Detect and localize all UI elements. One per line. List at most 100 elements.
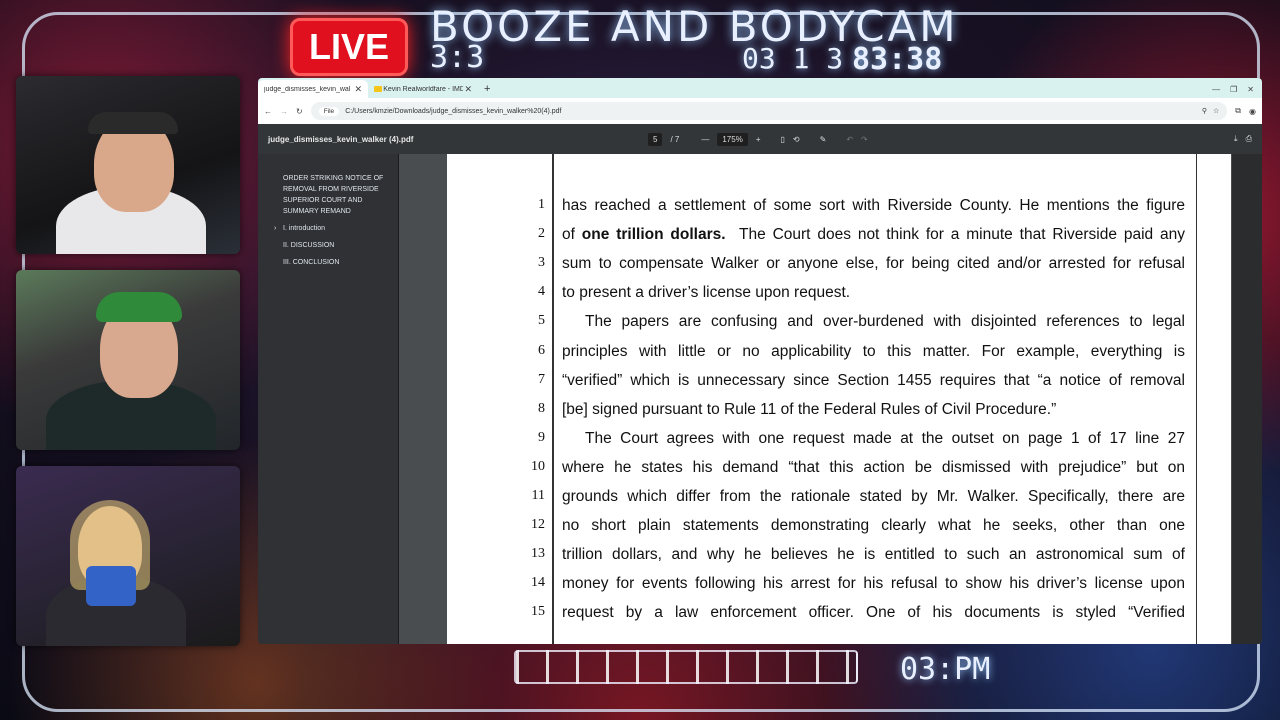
zoom-input[interactable]: 175% <box>717 132 748 146</box>
close-icon[interactable]: ✕ <box>354 84 362 95</box>
url-field[interactable]: File C:/Users/kmzie/Downloads/judge_dism… <box>310 102 1228 120</box>
line-text: [be] signed pursuant to Rule 11 of the F… <box>562 401 1185 419</box>
line-number: 15 <box>531 604 545 620</box>
annotate-icon[interactable]: ✎ <box>820 135 827 144</box>
zoom-icon[interactable]: ⚲ <box>1202 107 1207 115</box>
tab-label: Kevin Realworldfare - IMDb <box>383 85 464 93</box>
pdf-line: 4 to present a driver’s license upon requ… <box>447 279 1231 308</box>
live-badge: LIVE <box>290 18 408 76</box>
close-icon[interactable]: ✕ <box>464 84 472 95</box>
pdf-line: 11 grounds which differ from the rational… <box>447 483 1231 512</box>
print-icon[interactable]: ⎙ <box>1246 134 1252 144</box>
minimize-icon[interactable]: — <box>1212 85 1220 94</box>
close-window-icon[interactable]: ✕ <box>1247 85 1254 94</box>
restore-icon[interactable]: ❐ <box>1230 85 1237 94</box>
pdf-line: 3 sum to compensate Walker or anyone else… <box>447 250 1231 279</box>
line-text-segment: The Court agrees with one request made a… <box>585 429 1185 447</box>
profile-icon[interactable]: ◉ <box>1249 107 1256 116</box>
line-text-segment: trillion dollars, and why he believes he… <box>562 546 1185 564</box>
outline-item-conclusion[interactable]: III. CONCLUSION <box>258 254 398 271</box>
file-chip[interactable]: File <box>318 106 340 116</box>
line-number: 2 <box>538 226 545 242</box>
line-text: The Court agrees with one request made a… <box>562 430 1185 448</box>
line-number: 9 <box>538 429 545 445</box>
zoom-in-icon[interactable]: + <box>756 135 761 144</box>
page-total: / 7 <box>670 134 680 144</box>
outline-label: III. CONCLUSION <box>283 259 340 266</box>
date-readout: 03 1 3 <box>742 42 844 75</box>
bottom-time: 03:PM <box>900 652 991 687</box>
pdf-toolbar: judge_dismisses_kevin_walker (4).pdf 5 /… <box>258 124 1262 154</box>
download-icon[interactable]: ⤓ <box>1234 134 1238 144</box>
pdf-line: 15 request by a law enforcement officer. … <box>447 599 1231 628</box>
chevron-right-icon[interactable]: › <box>274 223 276 234</box>
clock-small: 3:3 <box>430 40 485 75</box>
pdf-line: 10 where he states his demand “that this … <box>447 454 1231 483</box>
browser-window: judge_dismisses_kevin_walker ( ✕ Kevin R… <box>258 78 1262 644</box>
line-text: principles with little or no applicabili… <box>562 343 1185 361</box>
line-text: no short plain statements demonstrating … <box>562 517 1185 535</box>
pdf-filename: judge_dismisses_kevin_walker (4).pdf <box>268 134 414 144</box>
pdf-line: 7 “verified” which is unnecessary since S… <box>447 367 1231 396</box>
extensions-icon[interactable]: ⧉ <box>1235 106 1241 116</box>
undo-icon[interactable]: ↶ <box>846 135 853 144</box>
line-text: request by a law enforcement officer. On… <box>562 604 1185 622</box>
pdf-viewer[interactable]: 1 has reached a settlement of some sort w… <box>399 154 1262 644</box>
line-text-segment: The Court does not think for a minute th… <box>725 226 1185 244</box>
line-text: money for events following his arrest fo… <box>562 575 1185 593</box>
zoom-out-icon[interactable]: — <box>701 135 709 144</box>
line-text-segment: of <box>562 226 582 244</box>
line-text: where he states his demand “that this ac… <box>562 459 1185 477</box>
line-number: 1 <box>538 197 545 212</box>
outline-item-discussion[interactable]: II. DISCUSSION <box>258 237 398 254</box>
line-text-segment: “verified” which is unnecessary since Se… <box>562 371 1185 389</box>
line-number: 7 <box>538 371 545 387</box>
new-tab-button[interactable]: + <box>478 80 496 98</box>
star-icon[interactable]: ☆ <box>1213 107 1219 115</box>
line-text-segment: request by a law enforcement officer. On… <box>562 604 1185 622</box>
outline-item-introduction[interactable]: › I. introduction <box>258 220 398 237</box>
line-number: 14 <box>531 575 545 591</box>
line-number: 12 <box>531 517 545 533</box>
webcam-host-1 <box>16 76 240 254</box>
pdf-line: 1 has reached a settlement of some sort w… <box>447 192 1231 221</box>
page-number-input[interactable]: 5 <box>648 132 663 146</box>
tab-bar: judge_dismisses_kevin_walker ( ✕ Kevin R… <box>258 78 1262 98</box>
imdb-icon <box>374 86 382 92</box>
line-text: to present a driver’s license upon reque… <box>562 284 1185 302</box>
pdf-line: 6 principles with little or no applicabil… <box>447 338 1231 367</box>
line-text-segment: principles with little or no applicabili… <box>562 342 1185 360</box>
line-text-segment: The papers are confusing and over-burden… <box>585 313 1185 331</box>
line-text-segment: to present a driver’s license upon reque… <box>562 284 851 302</box>
webcam-host-2 <box>16 270 240 450</box>
line-number: 3 <box>538 255 545 271</box>
line-text-segment: sum to compensate Walker or anyone else,… <box>562 255 1185 273</box>
line-number: 6 <box>538 342 545 358</box>
line-number: 13 <box>531 546 545 562</box>
back-icon[interactable]: ← <box>264 107 272 116</box>
rotate-icon[interactable]: ⟲ <box>793 135 800 144</box>
line-text: has reached a settlement of some sort wi… <box>562 197 1185 215</box>
line-text-segment: no short plain statements demonstrating … <box>562 517 1185 535</box>
tab-pdf[interactable]: judge_dismisses_kevin_walker ( ✕ <box>258 80 368 98</box>
pdf-line: 2 of one trillion dollars. The Court does… <box>447 221 1231 250</box>
pdf-outline-sidebar: ORDER STRIKING NOTICE OF REMOVAL FROM RI… <box>258 154 399 644</box>
reload-icon[interactable]: ↻ <box>296 107 303 116</box>
fit-page-icon[interactable]: ▯ <box>781 135 785 144</box>
url-text: C:/Users/kmzie/Downloads/judge_dismisses… <box>345 107 562 115</box>
line-number: 5 <box>538 313 545 329</box>
forward-icon[interactable]: → <box>280 107 288 116</box>
scrollbar[interactable] <box>1232 154 1262 644</box>
outline-item-order[interactable]: ORDER STRIKING NOTICE OF REMOVAL FROM RI… <box>258 170 398 220</box>
time-readout: 83:38 <box>852 42 943 77</box>
pdf-line: 9 The Court agrees with one request made … <box>447 425 1231 454</box>
redo-icon[interactable]: ↷ <box>861 135 868 144</box>
pdf-line: 8 [be] signed pursuant to Rule 11 of the … <box>447 396 1231 425</box>
line-text-segment: where he states his demand “that this ac… <box>562 458 1185 476</box>
pdf-page: 1 has reached a settlement of some sort w… <box>447 154 1231 644</box>
line-text: trillion dollars, and why he believes he… <box>562 546 1185 564</box>
line-text-bold: one trillion dollars. <box>581 226 726 244</box>
line-number: 10 <box>531 458 545 474</box>
line-text: of one trillion dollars. The Court does … <box>562 226 1185 244</box>
tab-imdb[interactable]: Kevin Realworldfare - IMDb ✕ <box>368 80 478 98</box>
